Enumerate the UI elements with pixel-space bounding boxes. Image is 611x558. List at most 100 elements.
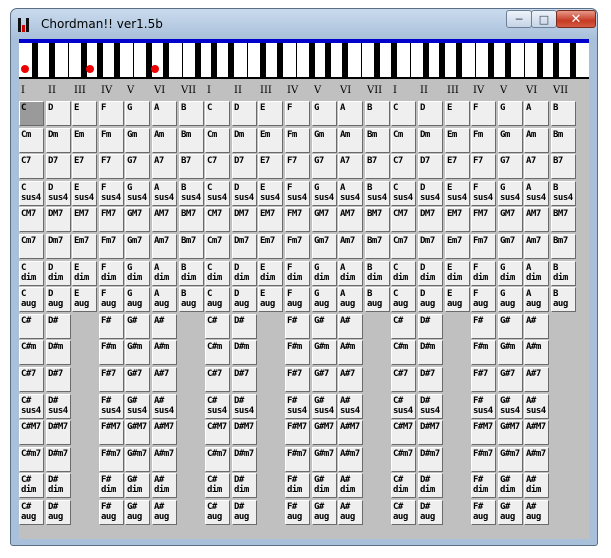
chord-button[interactable]: D aug: [232, 287, 257, 312]
chord-button[interactable]: A#m: [338, 340, 363, 365]
chord-button[interactable]: EM7: [258, 207, 283, 232]
chord-button[interactable]: Bm7: [365, 234, 390, 259]
chord-button[interactable]: F dim: [471, 261, 496, 286]
chord-button[interactable]: G7: [312, 154, 337, 179]
chord-button[interactable]: A#M7: [338, 420, 363, 445]
black-key[interactable]: [32, 43, 38, 77]
chord-button[interactable]: C#7: [391, 367, 416, 392]
chord-button[interactable]: F aug: [285, 287, 310, 312]
chord-button[interactable]: F: [285, 101, 310, 126]
chord-button[interactable]: C dim: [19, 261, 44, 286]
chord-button[interactable]: F#7: [471, 367, 496, 392]
chord-button[interactable]: Cm: [19, 128, 44, 153]
chord-button[interactable]: A aug: [152, 287, 177, 312]
black-key[interactable]: [553, 43, 559, 77]
chord-button[interactable]: C#: [205, 314, 230, 339]
chord-button[interactable]: B7: [179, 154, 204, 179]
chord-button[interactable]: A dim: [524, 261, 549, 286]
chord-button[interactable]: Cm7: [19, 234, 44, 259]
chord-button[interactable]: F#7: [99, 367, 124, 392]
black-key[interactable]: [49, 43, 55, 77]
chord-button[interactable]: Dm: [418, 128, 443, 153]
chord-button[interactable]: G dim: [312, 261, 337, 286]
chord-button[interactable]: G# sus4: [498, 394, 523, 419]
chord-button[interactable]: C#: [19, 314, 44, 339]
chord-button[interactable]: A#m: [524, 340, 549, 365]
chord-button[interactable]: D# aug: [46, 500, 71, 525]
chord-button[interactable]: Bm7: [179, 234, 204, 259]
chord-button[interactable]: D# aug: [232, 500, 257, 525]
chord-button[interactable]: A dim: [152, 261, 177, 286]
chord-button[interactable]: Cm: [391, 128, 416, 153]
black-key[interactable]: [488, 43, 494, 77]
chord-button[interactable]: A#m7: [524, 447, 549, 472]
chord-button[interactable]: Bm: [179, 128, 204, 153]
chord-button[interactable]: A#: [338, 314, 363, 339]
chord-button[interactable]: CM7: [391, 207, 416, 232]
chord-button[interactable]: G dim: [125, 261, 150, 286]
chord-button[interactable]: D#: [232, 314, 257, 339]
chord-button[interactable]: C sus4: [19, 181, 44, 206]
chord-button[interactable]: E sus4: [445, 181, 470, 206]
chord-button[interactable]: E sus4: [72, 181, 97, 206]
chord-button[interactable]: D#m7: [418, 447, 443, 472]
chord-button[interactable]: E aug: [258, 287, 283, 312]
chord-button[interactable]: F#: [285, 314, 310, 339]
black-key[interactable]: [505, 43, 511, 77]
chord-button[interactable]: G# dim: [498, 473, 523, 498]
chord-button[interactable]: A# sus4: [338, 394, 363, 419]
chord-button[interactable]: D: [46, 101, 71, 126]
chord-button[interactable]: F# dim: [99, 473, 124, 498]
chord-button[interactable]: A sus4: [152, 181, 177, 206]
chord-button[interactable]: G: [312, 101, 337, 126]
chord-button[interactable]: A sus4: [338, 181, 363, 206]
chord-button[interactable]: F#M7: [99, 420, 124, 445]
black-key[interactable]: [228, 43, 234, 77]
chord-button[interactable]: A dim: [338, 261, 363, 286]
chord-button[interactable]: A7: [152, 154, 177, 179]
chord-button[interactable]: EM7: [72, 207, 97, 232]
chord-button[interactable]: F dim: [285, 261, 310, 286]
chord-button[interactable]: C sus4: [391, 181, 416, 206]
piano-keyboard[interactable]: [19, 39, 589, 79]
chord-button[interactable]: Em7: [445, 234, 470, 259]
chord-button[interactable]: A#: [152, 314, 177, 339]
chord-button[interactable]: Dm7: [232, 234, 257, 259]
chord-button[interactable]: Dm: [232, 128, 257, 153]
chord-button[interactable]: D7: [418, 154, 443, 179]
black-key[interactable]: [277, 43, 283, 77]
chord-button[interactable]: G: [125, 101, 150, 126]
chord-button[interactable]: Am: [152, 128, 177, 153]
chord-button[interactable]: B dim: [365, 261, 390, 286]
chord-button[interactable]: G#M7: [125, 420, 150, 445]
chord-button[interactable]: F sus4: [99, 181, 124, 206]
chord-button[interactable]: FM7: [99, 207, 124, 232]
chord-button[interactable]: F# dim: [471, 473, 496, 498]
chord-button[interactable]: Fm: [99, 128, 124, 153]
chord-button[interactable]: A#: [524, 314, 549, 339]
black-key[interactable]: [97, 43, 103, 77]
chord-button[interactable]: E sus4: [258, 181, 283, 206]
chord-button[interactable]: E aug: [72, 287, 97, 312]
chord-button[interactable]: F#: [99, 314, 124, 339]
chord-button[interactable]: DM7: [46, 207, 71, 232]
chord-button[interactable]: A: [338, 101, 363, 126]
chord-button[interactable]: G dim: [498, 261, 523, 286]
chord-button[interactable]: F7: [99, 154, 124, 179]
chord-button[interactable]: C#m: [205, 340, 230, 365]
chord-button[interactable]: C aug: [205, 287, 230, 312]
chord-button[interactable]: C#m7: [205, 447, 230, 472]
chord-button[interactable]: C# aug: [391, 500, 416, 525]
black-key[interactable]: [163, 43, 169, 77]
chord-button[interactable]: C#7: [19, 367, 44, 392]
chord-button[interactable]: F: [471, 101, 496, 126]
chord-button[interactable]: F aug: [99, 287, 124, 312]
chord-button[interactable]: Gm: [498, 128, 523, 153]
chord-button[interactable]: C#m: [19, 340, 44, 365]
chord-button[interactable]: D# sus4: [232, 394, 257, 419]
chord-button[interactable]: BM7: [551, 207, 576, 232]
chord-button[interactable]: C#M7: [205, 420, 230, 445]
chord-button[interactable]: C#M7: [391, 420, 416, 445]
chord-button[interactable]: D# sus4: [418, 394, 443, 419]
chord-button[interactable]: A# sus4: [524, 394, 549, 419]
